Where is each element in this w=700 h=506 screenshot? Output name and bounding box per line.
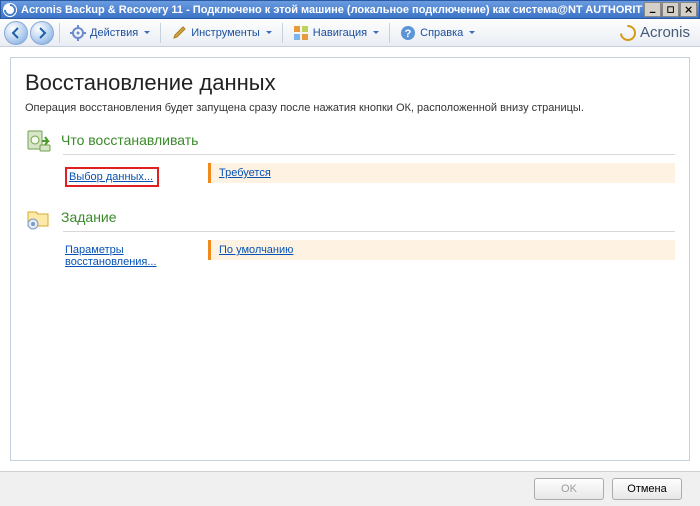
section-divider — [63, 154, 675, 155]
section-what-to-recover: Что восстанавливать Выбор данных... Треб… — [25, 126, 675, 191]
content-panel: Восстановление данных Операция восстанов… — [10, 57, 690, 461]
ok-button[interactable]: OK — [534, 478, 604, 500]
content-area: Восстановление данных Операция восстанов… — [0, 47, 700, 471]
gear-icon — [70, 25, 86, 41]
navigation-label: Навигация — [313, 27, 367, 39]
row-select-data: Выбор данных... Требуется — [63, 163, 675, 191]
task-folder-icon — [25, 203, 53, 231]
cancel-button[interactable]: Отмена — [612, 478, 682, 500]
forward-button[interactable] — [30, 21, 54, 45]
navigation-icon — [293, 25, 309, 41]
toolbar-separator — [160, 23, 161, 43]
app-icon — [3, 3, 17, 17]
section-task: Задание Параметры восстановления... По у… — [25, 203, 675, 272]
back-button[interactable] — [4, 21, 28, 45]
recovery-params-link[interactable]: Параметры восстановления... — [65, 244, 157, 268]
window-title: Acronis Backup & Recovery 11 - Подключен… — [21, 4, 643, 16]
toolbar-separator — [282, 23, 283, 43]
maximize-button[interactable] — [662, 2, 679, 17]
actions-menu[interactable]: Действия — [65, 22, 155, 44]
toolbar: Действия Инструменты Навигация ? Справка… — [0, 19, 700, 47]
brand-label: Acronis — [640, 24, 690, 41]
page-title: Восстановление данных — [25, 70, 675, 96]
footer-bar: OK Отмена — [0, 471, 700, 506]
window-controls — [643, 2, 697, 17]
close-button[interactable] — [680, 2, 697, 17]
chevron-down-icon — [469, 31, 475, 34]
required-link[interactable]: Требуется — [219, 167, 271, 179]
minimize-button[interactable] — [644, 2, 661, 17]
chevron-down-icon — [144, 31, 150, 34]
default-link[interactable]: По умолчанию — [219, 244, 293, 256]
toolbar-separator — [59, 23, 60, 43]
window-titlebar: Acronis Backup & Recovery 11 - Подключен… — [0, 0, 700, 19]
select-data-value: Требуется — [208, 163, 675, 183]
select-data-highlight: Выбор данных... — [65, 167, 159, 187]
recovery-params-value: По умолчанию — [208, 240, 675, 260]
help-icon: ? — [400, 25, 416, 41]
brand: Acronis — [620, 24, 696, 41]
navigation-menu[interactable]: Навигация — [288, 22, 384, 44]
chevron-down-icon — [373, 31, 379, 34]
tools-menu[interactable]: Инструменты — [166, 22, 277, 44]
section-title-what: Что восстанавливать — [61, 132, 198, 148]
section-title-task: Задание — [61, 209, 117, 225]
chevron-down-icon — [266, 31, 272, 34]
acronis-logo-icon — [620, 25, 636, 41]
tools-icon — [171, 25, 187, 41]
row-recovery-params: Параметры восстановления... По умолчанию — [63, 240, 675, 272]
tools-label: Инструменты — [191, 27, 260, 39]
help-menu[interactable]: ? Справка — [395, 22, 480, 44]
select-data-link[interactable]: Выбор данных... — [69, 171, 153, 183]
svg-text:?: ? — [405, 28, 412, 40]
section-divider — [63, 231, 675, 232]
disk-recovery-icon — [25, 126, 53, 154]
page-description: Операция восстановления будет запущена с… — [25, 102, 675, 114]
actions-label: Действия — [90, 27, 138, 39]
help-label: Справка — [420, 27, 463, 39]
toolbar-separator — [389, 23, 390, 43]
